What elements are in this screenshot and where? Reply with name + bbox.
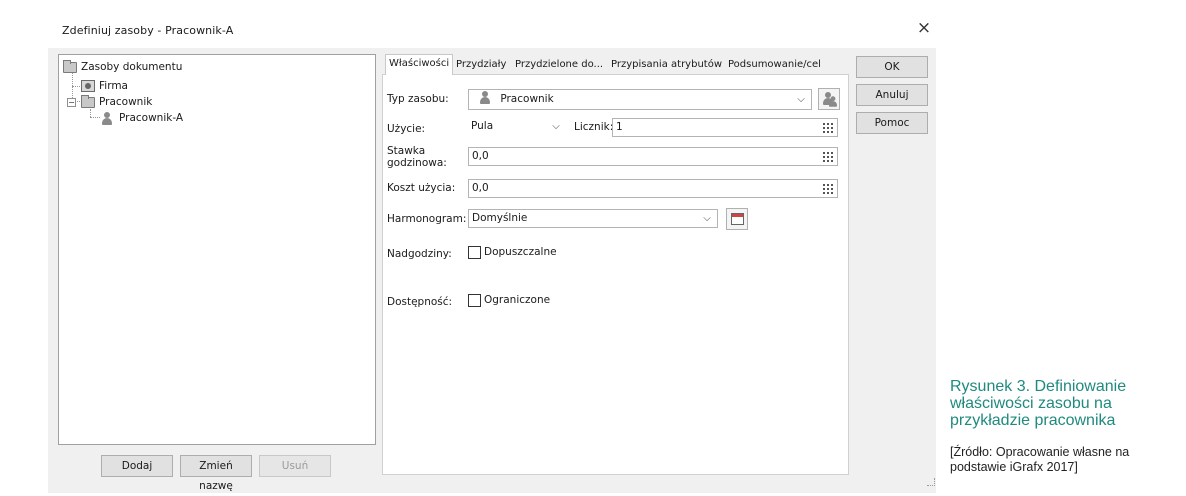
availability-checkbox[interactable] <box>468 294 481 307</box>
usage-label: Użycie: <box>387 123 426 135</box>
ok-button[interactable]: OK <box>856 56 928 78</box>
resize-grip-icon[interactable] <box>927 478 935 486</box>
dialog-title: Zdefiniuj zasoby - Pracownik-A <box>62 24 234 37</box>
hourly-rate-value: 0,0 <box>472 150 489 162</box>
schedule-value: Domyślnie <box>472 212 528 224</box>
chevron-down-icon: ⌵ <box>797 94 805 105</box>
calculator-icon[interactable] <box>823 123 835 133</box>
calculator-icon[interactable] <box>823 184 835 194</box>
resource-type-select[interactable]: Pracownik ⌵ <box>468 89 812 110</box>
add-button[interactable]: Dodaj <box>101 455 173 477</box>
tree-item-label: Zasoby dokumentu <box>81 61 183 73</box>
tree-item-firma[interactable]: Firma <box>81 78 128 94</box>
overtime-label: Nadgodziny: <box>387 248 452 260</box>
usage-cost-label: Koszt użycia: <box>387 182 456 194</box>
tab-summary-goal[interactable]: Podsumowanie/cel <box>725 56 824 75</box>
folder-icon <box>63 59 77 73</box>
rename-button[interactable]: Zmień nazwę <box>180 455 252 492</box>
collapse-icon[interactable]: − <box>67 97 76 107</box>
availability-option-label: Ograniczone <box>484 294 551 306</box>
availability-label: Dostępność: <box>387 296 453 308</box>
usage-cost-input[interactable]: 0,0 <box>468 179 838 198</box>
hourly-rate-label-line2: godzinowa: <box>387 157 447 169</box>
usage-value: Pula <box>471 120 494 132</box>
resource-type-value: Pracownik <box>500 93 554 105</box>
resource-tree[interactable]: Zasoby dokumentu Firma − Pracownik Praco… <box>58 54 376 445</box>
tree-item-label: Firma <box>99 80 128 92</box>
hourly-rate-label: Stawka godzinowa: <box>387 145 447 169</box>
tree-item-pracownik-a[interactable]: Pracownik-A <box>101 110 183 126</box>
cancel-button[interactable]: Anuluj <box>856 84 928 106</box>
tree-item-pracownik[interactable]: − Pracownik <box>67 94 152 110</box>
folder-icon <box>81 94 95 108</box>
tree-connector <box>90 117 100 118</box>
resource-type-label: Typ zasobu: <box>387 93 449 105</box>
schedule-label: Harmonogram: <box>387 213 467 225</box>
tree-item-label: Pracownik <box>99 96 153 108</box>
person-icon <box>479 91 491 104</box>
group-icon <box>81 80 95 92</box>
figure-caption: Rysunek 3. Definiowanie właściwości zaso… <box>950 378 1180 429</box>
help-button[interactable]: Pomoc <box>856 112 928 134</box>
usage-cost-value: 0,0 <box>472 182 489 194</box>
schedule-select[interactable]: Domyślnie ⌵ <box>468 209 718 228</box>
tree-connector <box>90 109 91 117</box>
chevron-down-icon: ⌵ <box>552 121 560 132</box>
tab-properties[interactable]: Właściwości <box>385 54 454 75</box>
counter-label: Licznik: <box>574 121 614 133</box>
tab-assignments[interactable]: Przydziały <box>453 56 509 75</box>
calendar-icon <box>731 213 744 225</box>
tab-assigned-to[interactable]: Przydzielone do... <box>512 56 606 75</box>
overtime-checkbox[interactable] <box>468 246 481 259</box>
tree-item-label: Pracownik-A <box>119 112 184 124</box>
tab-attribute-assignments[interactable]: Przypisania atrybutów <box>608 56 725 75</box>
calculator-icon[interactable] <box>823 152 835 162</box>
counter-value: 1 <box>616 121 623 133</box>
chevron-down-icon: ⌵ <box>703 213 711 224</box>
close-icon[interactable]: × <box>914 18 934 38</box>
overtime-option-label: Dopuszczalne <box>484 246 557 258</box>
hourly-rate-label-line1: Stawka <box>387 145 426 157</box>
hourly-rate-input[interactable]: 0,0 <box>468 147 838 166</box>
person-icon <box>828 96 838 107</box>
counter-input[interactable]: 1 <box>612 118 838 137</box>
delete-button[interactable]: Usuń <box>259 455 331 477</box>
figure-number: Rysunek 3. <box>950 378 1031 395</box>
resource-type-manage-button[interactable] <box>818 88 840 110</box>
person-icon <box>101 111 113 125</box>
tree-item-root[interactable]: Zasoby dokumentu <box>63 59 182 75</box>
schedule-edit-button[interactable] <box>726 208 748 230</box>
usage-select[interactable]: Pula ⌵ <box>468 118 566 137</box>
figure-source: [Źródło: Opracowanie własne na podstawie… <box>950 445 1130 474</box>
